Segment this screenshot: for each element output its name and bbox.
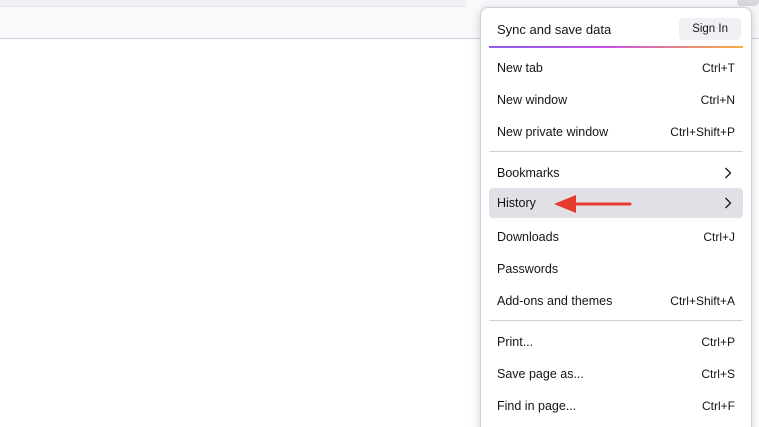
menu-item-new-tab[interactable]: New tab Ctrl+T <box>489 53 743 83</box>
app-menu-panel: Sync and save data Sign In New tab Ctrl+… <box>480 7 752 427</box>
menu-separator <box>489 320 743 321</box>
chevron-right-icon <box>721 196 735 210</box>
menu-item-shortcut: Ctrl+S <box>701 367 735 381</box>
menu-item-shortcut: Ctrl+N <box>700 93 735 107</box>
menu-item-print[interactable]: Print... Ctrl+P <box>489 327 743 357</box>
menu-item-save-page-as[interactable]: Save page as... Ctrl+S <box>489 359 743 389</box>
menu-item-passwords[interactable]: Passwords <box>489 254 743 284</box>
menu-item-label: New window <box>497 93 568 107</box>
menu-item-label: History <box>497 196 536 210</box>
menu-item-label: Downloads <box>497 230 559 244</box>
browser-window: Sync and save data Sign In New tab Ctrl+… <box>0 0 759 427</box>
menu-item-label: Bookmarks <box>497 166 560 180</box>
menu-item-shortcut: Ctrl+P <box>701 335 735 349</box>
menu-item-new-private-window[interactable]: New private window Ctrl+Shift+P <box>489 117 743 147</box>
menu-item-label: Save page as... <box>497 367 584 381</box>
menu-item-label: Find in page... <box>497 399 577 413</box>
menu-item-label: New private window <box>497 125 609 139</box>
sync-row[interactable]: Sync and save data Sign In <box>489 14 743 44</box>
menu-separator <box>489 151 743 152</box>
menu-item-label: Add-ons and themes <box>497 294 613 308</box>
menu-item-label: New tab <box>497 61 543 75</box>
menu-item-shortcut: Ctrl+J <box>703 230 735 244</box>
sync-accent-line <box>489 46 743 48</box>
menu-item-find-in-page[interactable]: Find in page... Ctrl+F <box>489 391 743 421</box>
menu-item-shortcut: Ctrl+T <box>702 61 735 75</box>
chevron-right-icon <box>721 166 735 180</box>
menu-item-bookmarks[interactable]: Bookmarks <box>489 158 743 188</box>
red-arrow-left-icon <box>554 195 632 213</box>
menu-item-addons-themes[interactable]: Add-ons and themes Ctrl+Shift+A <box>489 286 743 316</box>
app-menu-button[interactable] <box>737 0 759 6</box>
menu-item-label: Print... <box>497 335 534 349</box>
menu-item-downloads[interactable]: Downloads Ctrl+J <box>489 222 743 252</box>
sync-label: Sync and save data <box>497 21 612 37</box>
menu-item-new-window[interactable]: New window Ctrl+N <box>489 85 743 115</box>
url-bar[interactable] <box>0 0 466 7</box>
menu-item-label: Passwords <box>497 262 559 276</box>
sign-in-button[interactable]: Sign In <box>679 18 741 40</box>
menu-item-shortcut: Ctrl+F <box>702 399 735 413</box>
menu-item-shortcut: Ctrl+Shift+A <box>670 294 735 308</box>
menu-item-shortcut: Ctrl+Shift+P <box>670 125 735 139</box>
